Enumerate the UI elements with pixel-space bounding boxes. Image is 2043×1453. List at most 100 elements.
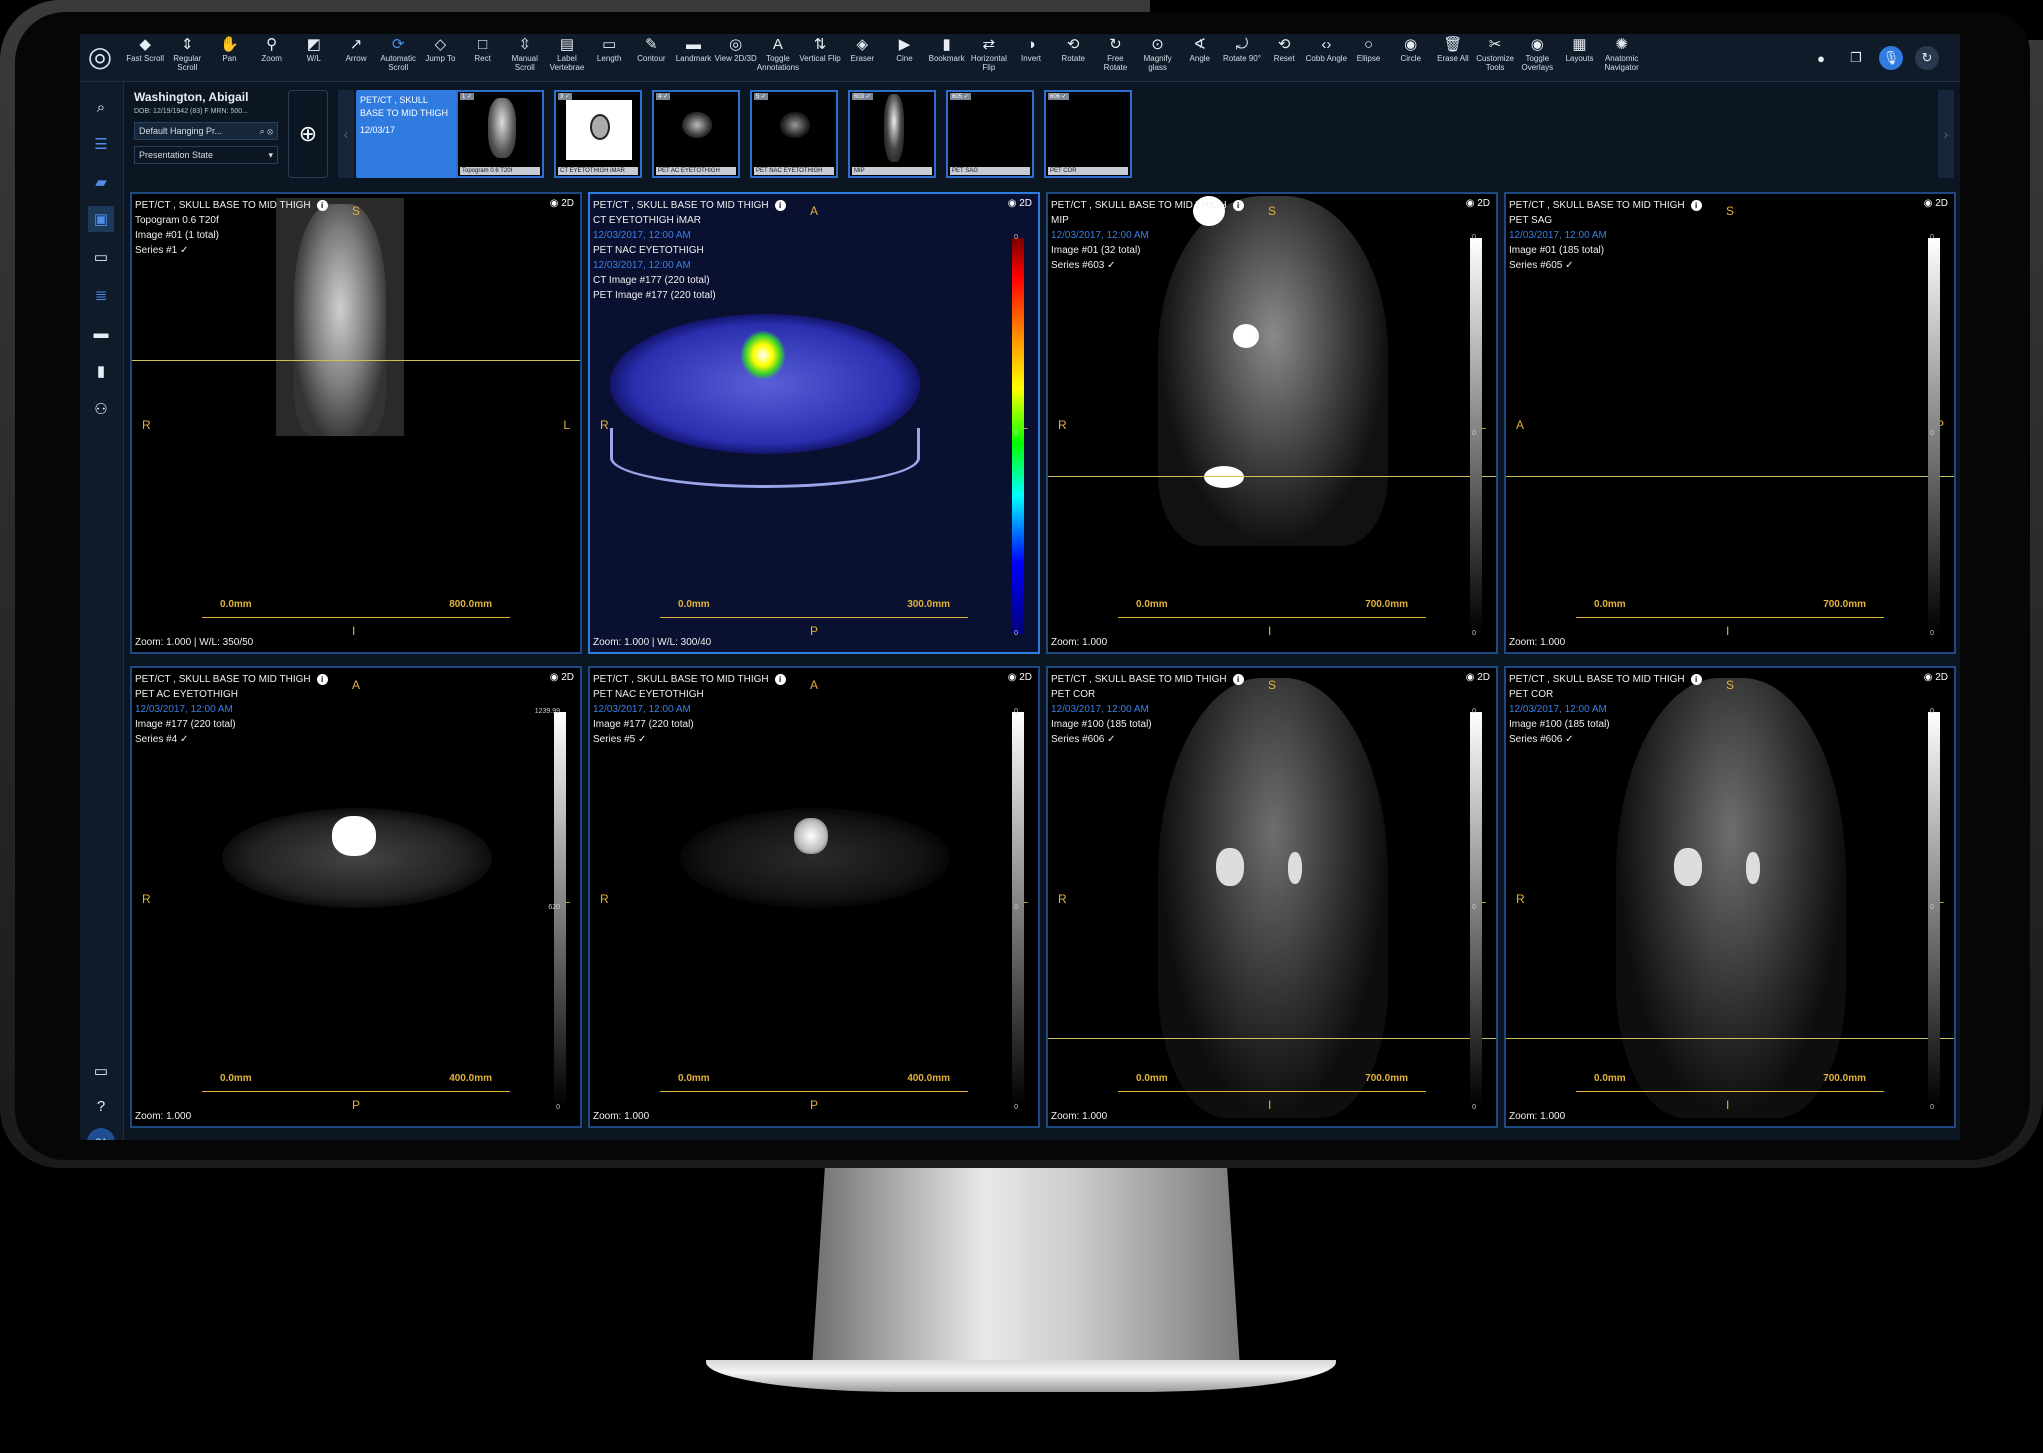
orientation-top: A xyxy=(352,678,361,692)
tool-ruler[interactable]: ▭ Length xyxy=(588,36,630,80)
presentation-state-select[interactable]: Presentation State ▾ xyxy=(134,146,278,164)
tool-zoom[interactable]: ⚲ Zoom xyxy=(251,36,293,80)
tool-bookmark[interactable]: ▮ Bookmark xyxy=(926,36,968,80)
tool-magnify[interactable]: ⊙ Magnify glass xyxy=(1137,36,1179,80)
viewport-8[interactable]: PET/CT , SKULL BASE TO MID THIGH i PET COR… xyxy=(1504,666,1956,1128)
search-clear-icon: ⌕ ⊗ xyxy=(259,126,273,136)
viewport-2[interactable]: PET/CT , SKULL BASE TO MID THIGH i CT EYET… xyxy=(588,192,1040,654)
worklist-icon[interactable]: ☰ xyxy=(88,131,114,157)
view-mode-toggle[interactable]: ◉ 2D xyxy=(1466,198,1490,209)
tool-ellipse[interactable]: ○ Ellipse xyxy=(1347,36,1389,80)
viewport-1[interactable]: PET/CT , SKULL BASE TO MID THIGH i Topogra… xyxy=(130,192,582,654)
scale-max: 700.0mm xyxy=(1823,1073,1866,1084)
tool-reset[interactable]: ⟲ Reset xyxy=(1263,36,1305,80)
thumbs-next-button[interactable]: › xyxy=(1938,90,1954,178)
tool-navigator[interactable]: ✺ Anatomic Navigator xyxy=(1601,36,1643,80)
viewport-4[interactable]: PET/CT , SKULL BASE TO MID THIGH i PET SAG… xyxy=(1504,192,1956,654)
windows-icon[interactable]: ❐ xyxy=(1844,46,1868,70)
tool-grid[interactable]: ▦ Layouts xyxy=(1558,36,1600,80)
tool-auto-scroll[interactable]: ⟳ Automatic Scroll xyxy=(377,36,419,80)
tool-view-3d[interactable]: ◎ View 2D/3D xyxy=(715,36,757,80)
tool-jump[interactable]: ◇ Jump To xyxy=(419,36,461,80)
view-mode-toggle[interactable]: ◉ 2D xyxy=(550,672,574,683)
thumbnail-series[interactable]: 4 ✓ PET AC EYETOTHIGH xyxy=(652,90,740,178)
help-icon[interactable]: ? xyxy=(88,1093,114,1119)
hanging-protocol-select[interactable]: Default Hanging Pr... ⌕ ⊗ xyxy=(134,122,278,140)
thumbs-prev-button[interactable]: ‹ xyxy=(338,90,354,178)
viewport-6[interactable]: PET/CT , SKULL BASE TO MID THIGH i PET NAC… xyxy=(588,666,1040,1128)
thumbnail-series[interactable]: 605 ✓ PET SAG xyxy=(946,90,1034,178)
thumbnail-series[interactable]: 5 ✓ PET NAC EYETOTHIGH xyxy=(750,90,838,178)
info-icon[interactable]: i xyxy=(1690,200,1702,211)
tool-angle[interactable]: ∢ Angle xyxy=(1179,36,1221,80)
view-mode-toggle[interactable]: ◉ 2D xyxy=(1008,672,1032,683)
view-mode-toggle[interactable]: ◉ 2D xyxy=(1466,672,1490,683)
tool-arrow[interactable]: ↗ Arrow xyxy=(335,36,377,80)
tool-invert[interactable]: ◑ Invert xyxy=(1010,36,1052,80)
info-icon[interactable]: i xyxy=(1690,674,1702,685)
thumbnail-series[interactable]: 606 ✓ PET COR xyxy=(1044,90,1132,178)
info-icon[interactable]: i xyxy=(1232,674,1244,685)
view-mode-toggle[interactable]: ◉ 2D xyxy=(1924,672,1948,683)
info-icon[interactable]: i xyxy=(774,200,786,211)
thumbnail-series[interactable]: 3 ✓ CT EYETOTHIGH iMAR xyxy=(554,90,642,178)
orientation-top: S xyxy=(1726,204,1735,218)
tool-vflip[interactable]: ⇅ Vertical Flip xyxy=(799,36,841,80)
viewport-3[interactable]: PET/CT , SKULL BASE TO MID THIGH i MIP 12/0… xyxy=(1046,192,1498,654)
tool-annotation[interactable]: A Toggle Annotations xyxy=(757,36,799,80)
tool-manual-scroll[interactable]: ⇳ Manual Scroll xyxy=(504,36,546,80)
tool-play[interactable]: ▶ Cine xyxy=(883,36,925,80)
screen-settings-icon[interactable]: ▭ xyxy=(88,1058,114,1084)
viewport-7[interactable]: PET/CT , SKULL BASE TO MID THIGH i PET COR… xyxy=(1046,666,1498,1128)
rotate-90-icon: ⤾ xyxy=(1235,36,1249,53)
tool-cobb[interactable]: ‹› Cobb Angle xyxy=(1305,36,1347,80)
info-icon[interactable]: i xyxy=(316,200,328,211)
circle-icon: ◉ xyxy=(1404,36,1418,53)
thumbnail-series[interactable]: 1 ✓ Topogram 0.6 T20f xyxy=(456,90,544,178)
refresh-icon[interactable]: ↻ xyxy=(1915,46,1939,70)
viewport-5[interactable]: PET/CT , SKULL BASE TO MID THIGH i PET AC … xyxy=(130,666,582,1128)
thumbnail-series[interactable]: 603 ✓ MIP xyxy=(848,90,936,178)
info-icon[interactable]: i xyxy=(1232,200,1244,211)
colorbar-min: 0 xyxy=(1930,630,1934,637)
tool-hflip[interactable]: ⇄ Horizontal Flip xyxy=(968,36,1010,80)
tool-eye[interactable]: ◉ Toggle Overlays xyxy=(1516,36,1558,80)
tool-scroll[interactable]: ⇕ Regular Scroll xyxy=(166,36,208,80)
tool-rotate-90[interactable]: ⤾ Rotate 90° xyxy=(1221,36,1263,80)
tool-circle[interactable]: ◉ Circle xyxy=(1390,36,1432,80)
tool-landmark[interactable]: ▬ Landmark xyxy=(672,36,714,80)
tool-free-rotate[interactable]: ↻ Free Rotate xyxy=(1094,36,1136,80)
report-icon[interactable]: ≣ xyxy=(88,282,114,308)
view-mode-toggle[interactable]: ◉ 2D xyxy=(1008,198,1032,209)
tool-rect[interactable]: □ Rect xyxy=(462,36,504,80)
tool-trash[interactable]: 🗑 Erase All xyxy=(1432,36,1474,80)
monitor-icon[interactable]: ▭ xyxy=(88,244,114,270)
search-icon[interactable]: ⌕ xyxy=(88,94,114,120)
users-icon[interactable]: ⚇ xyxy=(88,396,114,422)
book-icon[interactable]: ▮ xyxy=(88,358,114,384)
tool-contour[interactable]: ✎ Contour xyxy=(630,36,672,80)
colorbar-min: 0 xyxy=(1930,1104,1934,1111)
scale-bar xyxy=(660,1086,968,1092)
scale-bar xyxy=(1576,612,1884,618)
viewport-date-2: 12/03/2017, 12:00 AM xyxy=(593,260,691,271)
info-icon[interactable]: i xyxy=(316,674,328,685)
view-mode-toggle[interactable]: ◉ 2D xyxy=(550,198,574,209)
cobb-icon: ‹› xyxy=(1321,36,1332,53)
tool-window-level[interactable]: ◩ W/L xyxy=(293,36,335,80)
info-icon[interactable]: i xyxy=(774,674,786,685)
viewer-icon[interactable]: ▣ xyxy=(88,206,114,232)
tool-hand[interactable]: ✋ Pan xyxy=(208,36,250,80)
tool-tools[interactable]: ✂ Customize Tools xyxy=(1474,36,1516,80)
tool-layers[interactable]: ◆ Fast Scroll xyxy=(124,36,166,80)
folder-user-icon[interactable]: ▰ xyxy=(88,169,114,195)
chat-icon[interactable]: ▬ xyxy=(88,320,114,346)
tool-rotate-3d[interactable]: ⟲ Rotate xyxy=(1052,36,1094,80)
alert-icon[interactable]: ● xyxy=(1809,46,1833,70)
tool-eraser[interactable]: ◈ Eraser xyxy=(841,36,883,80)
avatar[interactable]: CA xyxy=(87,1128,115,1140)
view-mode-toggle[interactable]: ◉ 2D xyxy=(1924,198,1948,209)
tool-vertebrae[interactable]: ▤ Label Vertebrae xyxy=(546,36,588,80)
microphone-icon[interactable]: 🎙 xyxy=(1879,46,1903,70)
add-study-button[interactable]: ⊕ xyxy=(288,90,328,178)
